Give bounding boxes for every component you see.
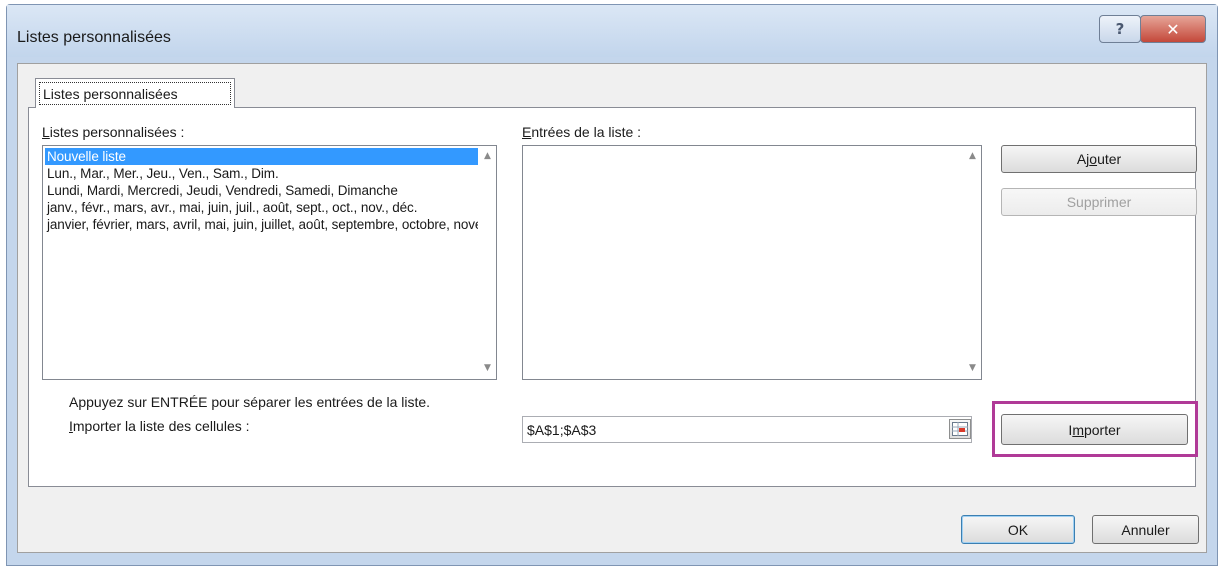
range-select-button[interactable] xyxy=(949,419,971,439)
tab-label: Listes personnalisées xyxy=(39,82,231,105)
scroll-down-icon[interactable]: ▼ xyxy=(964,360,981,377)
close-button[interactable]: ✕ xyxy=(1140,15,1206,43)
list-item-long-months[interactable]: janvier, février, mars, avril, mai, juin… xyxy=(45,216,478,233)
custom-lists-listbox[interactable]: Nouvelle liste Lun., Mar., Mer., Jeu., V… xyxy=(42,145,497,380)
list-item-long-days[interactable]: Lundi, Mardi, Mercredi, Jeudi, Vendredi,… xyxy=(45,182,478,199)
ok-button[interactable]: OK xyxy=(961,515,1075,544)
dialog-body: Listes personnalisées Listes personnalis… xyxy=(17,63,1207,553)
scroll-down-icon[interactable]: ▼ xyxy=(479,360,496,377)
close-icon: ✕ xyxy=(1166,19,1180,39)
import-range-value: $A$1;$A$3 xyxy=(527,421,597,438)
help-icon: ? xyxy=(1115,20,1125,38)
custom-lists-dialog: Listes personnalisées ? ✕ Listes personn… xyxy=(6,4,1218,566)
import-button[interactable]: Im porter xyxy=(1001,414,1188,445)
import-cells-label: Importer la liste des cellules : xyxy=(69,418,250,434)
cancel-button[interactable]: Annuler xyxy=(1092,515,1199,544)
list-entries-textarea[interactable]: ▲ ▼ xyxy=(522,145,982,380)
custom-lists-items: Nouvelle liste Lun., Mar., Mer., Jeu., V… xyxy=(45,148,478,233)
scroll-up-icon[interactable]: ▲ xyxy=(964,148,981,165)
title-bar[interactable]: Listes personnalisées ? ✕ xyxy=(7,5,1217,57)
dialog-title: Listes personnalisées xyxy=(17,29,171,46)
list-item-new-list[interactable]: Nouvelle liste xyxy=(45,148,478,165)
custom-lists-label: Listes personnalisées : xyxy=(42,124,185,140)
add-button[interactable]: Aj o uter xyxy=(1001,145,1197,173)
list-item-short-days[interactable]: Lun., Mar., Mer., Jeu., Ven., Sam., Dim. xyxy=(45,165,478,182)
custom-lists-scrollbar[interactable]: ▲ ▼ xyxy=(479,146,496,379)
range-select-icon xyxy=(952,422,968,436)
scroll-up-icon[interactable]: ▲ xyxy=(479,148,496,165)
list-entries-label: Entrées de la liste : xyxy=(522,124,642,140)
import-range-input[interactable]: $A$1;$A$3 xyxy=(522,416,972,443)
tab-custom-lists[interactable]: Listes personnalisées xyxy=(35,78,235,108)
help-button[interactable]: ? xyxy=(1099,15,1141,43)
list-entries-scrollbar[interactable]: ▲ ▼ xyxy=(964,146,981,379)
list-item-short-months[interactable]: janv., févr., mars, avr., mai, juin, jui… xyxy=(45,199,478,216)
entries-hint: Appuyez sur ENTRÉE pour séparer les entr… xyxy=(69,394,431,410)
delete-button[interactable]: Supprimer xyxy=(1001,188,1197,216)
tab-panel: Listes personnalisées : Nouvelle liste L… xyxy=(28,107,1198,487)
